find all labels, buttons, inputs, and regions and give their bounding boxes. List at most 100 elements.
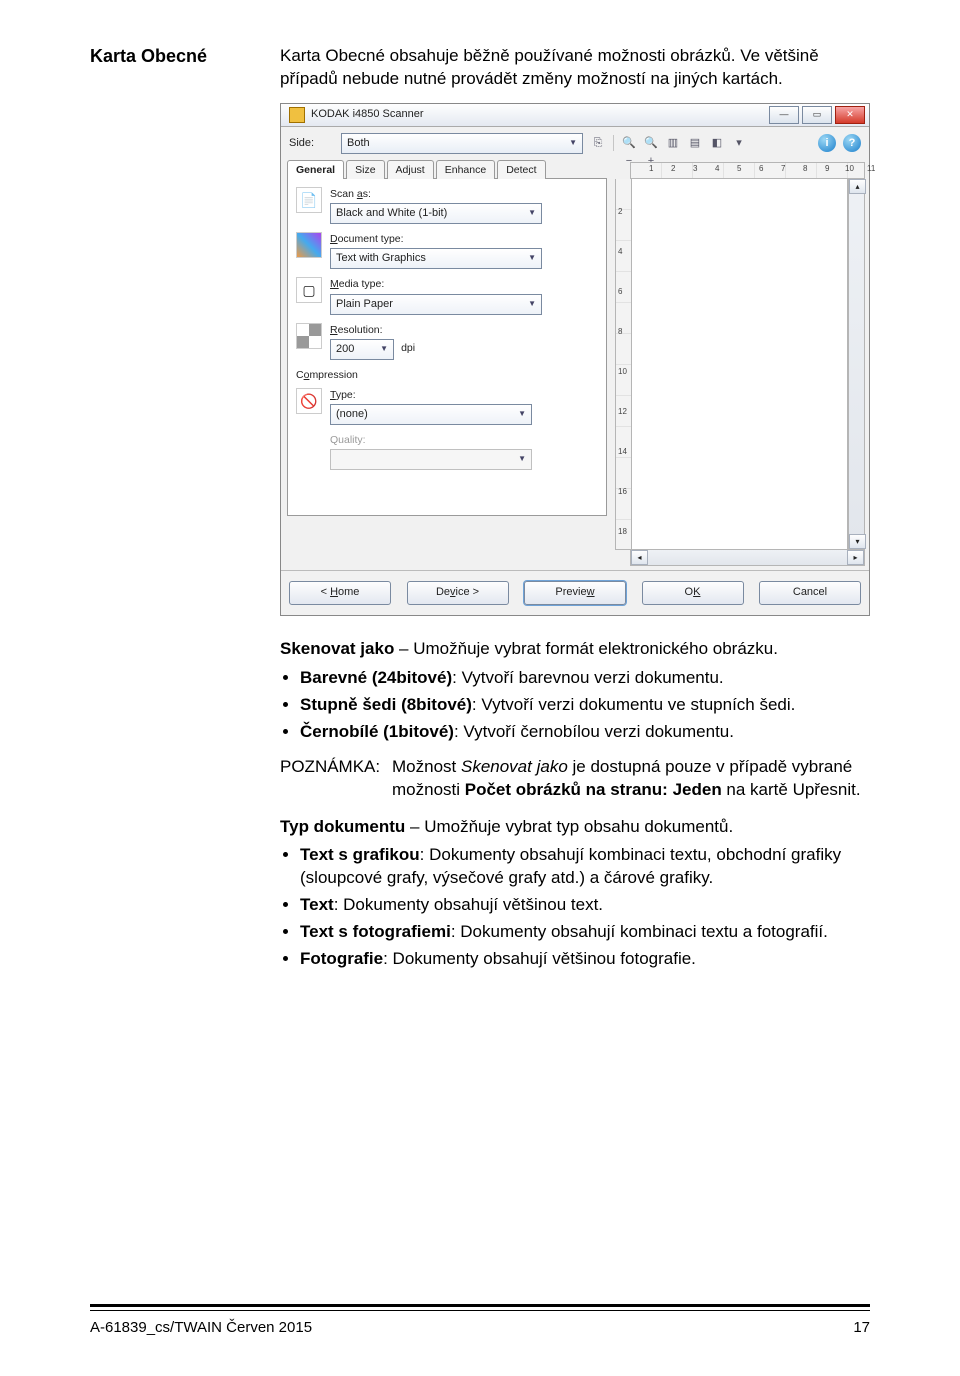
maximize-button[interactable]: ▭ [802,106,832,124]
ruler-h-tick: 4 [715,164,719,175]
top-toolbar: Side: Both ▼ ⎘ 🔍− 🔍+ ▥ ▤ ◧ ▾ i ? [281,127,869,160]
ruler-v-tick: 4 [618,247,622,258]
compression-group-label: Compression [296,368,598,382]
tab-enhance[interactable]: Enhance [436,160,495,179]
dialog-button-bar: < Home Device > Preview OK Cancel [281,570,869,615]
ruler-h-tick: 3 [693,164,697,175]
list-item: Barevné (24bitové): Vytvoří barevnou ver… [300,667,870,690]
tab-size[interactable]: Size [346,160,384,179]
chevron-down-icon: ▼ [528,299,536,310]
kodak-icon [289,107,305,123]
ruler-vertical: 2 4 6 8 10 12 14 16 18 [615,179,632,550]
ruler-v-tick: 12 [618,407,627,418]
ruler-v-tick: 2 [618,207,622,218]
ruler-v-tick: 8 [618,327,622,338]
compression-type-label: Type: [330,388,598,402]
ruler-h-tick: 2 [671,164,675,175]
resolution-dropdown[interactable]: 200 ▼ [330,339,394,360]
scroll-down-button[interactable]: ▾ [849,534,866,549]
scan-as-value: Black and White (1-bit) [336,206,447,221]
vertical-scrollbar[interactable]: ▴ ▾ [848,179,865,550]
compression-type-value: (none) [336,407,368,422]
resolution-icon [296,323,322,349]
zoom-in-icon[interactable]: 🔍+ [642,134,660,152]
preview-panel: 1 2 3 4 5 6 7 8 9 10 11 [613,160,869,570]
chevron-down-icon: ▼ [380,344,388,355]
doc-type-list: Text s grafikou: Dokumenty obsahují komb… [280,844,870,971]
document-type-dropdown[interactable]: Text with Graphics ▼ [330,248,542,269]
color-swatch-icon[interactable]: ◧ [708,134,726,152]
ruler-horizontal: 1 2 3 4 5 6 7 8 9 10 11 [630,162,865,179]
ruler-h-tick: 1 [649,164,653,175]
side-value: Both [347,136,370,151]
ruler-h-tick: 11 [867,164,875,175]
ruler-h-tick: 7 [781,164,785,175]
scanner-dialog: KODAK i4850 Scanner — ▭ ✕ Side: Both ▼ ⎘… [280,103,870,616]
note-label: POZNÁMKA: [280,756,392,802]
scroll-right-button[interactable]: ▸ [847,550,864,565]
tab-adjust[interactable]: Adjust [387,160,434,179]
quality-dropdown: ▼ [330,449,532,470]
chevron-down-icon: ▼ [528,208,536,219]
list-item: Text s grafikou: Dokumenty obsahují komb… [300,844,870,890]
ruler-v-tick: 6 [618,287,622,298]
tool-b-icon[interactable]: ▤ [686,134,704,152]
info-icon[interactable]: i [818,134,836,152]
scan-as-icon: 📄 [296,187,322,213]
tool-a-icon[interactable]: ▥ [664,134,682,152]
ruler-h-tick: 9 [825,164,829,175]
resolution-unit: dpi [401,342,415,354]
resolution-label: Resolution: [330,323,598,337]
chevron-down-icon: ▼ [569,138,577,149]
note-body: Možnost Skenovat jako je dostupná pouze … [392,756,870,802]
preview-button[interactable]: Preview [524,581,626,605]
tab-content: 📄 Scan as: Black and White (1-bit) ▼ [287,178,607,516]
scroll-up-button[interactable]: ▴ [849,179,866,194]
horizontal-scrollbar[interactable]: ◂ ▸ [630,550,865,566]
section-heading: Karta Obecné [90,45,250,983]
ok-button[interactable]: OK [642,581,744,605]
preview-canvas[interactable] [632,179,848,550]
scan-as-dropdown[interactable]: Black and White (1-bit) ▼ [330,203,542,224]
media-type-value: Plain Paper [336,297,393,312]
ruler-h-tick: 10 [845,164,854,175]
tab-general[interactable]: General [287,160,344,179]
list-item: Stupně šedi (8bitové): Vytvoří verzi dok… [300,694,870,717]
toolbar-separator [613,135,614,151]
intro-paragraph: Karta Obecné obsahuje běžně používané mo… [280,45,870,91]
cancel-button[interactable]: Cancel [759,581,861,605]
ruler-v-tick: 10 [618,367,627,378]
tab-bar: General Size Adjust Enhance Detect [287,160,607,179]
tab-detect[interactable]: Detect [497,160,545,179]
note-block: POZNÁMKA: Možnost Skenovat jako je dostu… [280,756,870,802]
chevron-down-icon: ▼ [518,409,526,420]
page-number: 17 [853,1319,870,1336]
ruler-v-tick: 18 [618,527,627,538]
minimize-button[interactable]: — [769,106,799,124]
ruler-v-tick: 14 [618,447,627,458]
list-item: Fotografie: Dokumenty obsahují většinou … [300,948,870,971]
device-button[interactable]: Device > [407,581,509,605]
close-button[interactable]: ✕ [835,106,865,124]
list-item: Text s fotografiemi: Dokumenty obsahují … [300,921,870,944]
compression-type-dropdown[interactable]: (none) ▼ [330,404,532,425]
zoom-out-icon[interactable]: 🔍− [620,134,638,152]
help-icon[interactable]: ? [843,134,861,152]
tool-split-icon[interactable]: ▾ [730,134,748,152]
media-type-dropdown[interactable]: Plain Paper ▼ [330,294,542,315]
footer-left: A-61839_cs/TWAIN Červen 2015 [90,1319,312,1336]
media-type-label: Media type: [330,277,598,291]
scroll-left-button[interactable]: ◂ [631,550,648,565]
chevron-down-icon: ▼ [518,454,526,465]
chevron-down-icon: ▼ [528,253,536,264]
doc-type-heading: Typ dokumentu [280,817,405,836]
home-button[interactable]: < Home [289,581,391,605]
media-type-icon: ▢ [296,277,322,303]
side-dropdown[interactable]: Both ▼ [341,133,583,154]
document-type-value: Text with Graphics [336,251,426,266]
scan-as-label: Scan as: [330,187,598,201]
document-type-icon [296,232,322,258]
body-text: Skenovat jako – Umožňuje vybrat formát e… [280,638,870,971]
scan-as-heading: Skenovat jako [280,639,394,658]
copy-icon[interactable]: ⎘ [589,134,607,152]
